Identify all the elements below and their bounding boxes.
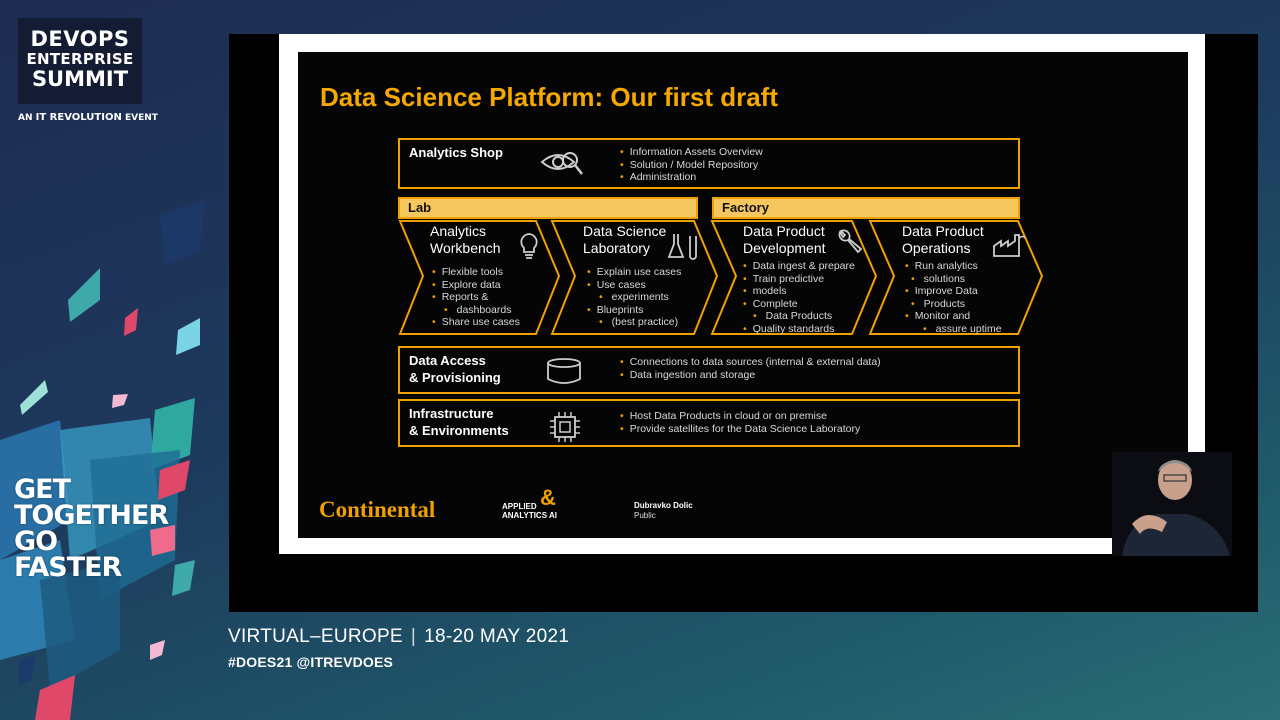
bullet: Flexible tools [432, 266, 520, 279]
presenter-name: Dubravko Dolic [634, 501, 693, 510]
database-icon [547, 358, 581, 384]
factory-band: Factory [712, 197, 1020, 219]
lightbulb-icon [520, 233, 538, 259]
bullet-continuation: (best practice) [587, 316, 681, 329]
logo-line-devops: DEVOPS [30, 27, 130, 51]
chevron-title-analytics-workbench: Analytics Workbench [430, 223, 501, 257]
chevron-bullets-data-product-operations: Run analytics solutions Improve Data Pro… [905, 260, 1002, 335]
logo-line-summit: SUMMIT [31, 67, 129, 91]
chevron-title-line: Workbench [430, 240, 501, 256]
event-hashtags: #DOES21 @ITREVDOES [228, 654, 394, 670]
bullet-continuation: experiments [587, 291, 681, 304]
wrench-icon [838, 229, 862, 254]
bullet-continuation: models [743, 285, 855, 298]
bullet: Solution / Model Repository [620, 159, 763, 172]
eye-icon [540, 152, 583, 175]
event-info: VIRTUAL–EUROPE | 18-20 MAY 2021 [228, 626, 569, 648]
bullet: Explain use cases [587, 266, 682, 279]
continental-logo: Continental [319, 497, 436, 522]
chevron-title-line: Operations [902, 240, 971, 256]
infrastructure-title: Infrastructure & Environments [409, 405, 509, 439]
bullet: Data ingestion and storage [620, 369, 881, 382]
factory-icon [993, 234, 1026, 257]
applied-analytics-logo: APPLIED ANALYTICS AI [502, 502, 557, 520]
bullet: Improve Data [905, 285, 1002, 298]
it-revolution-brand: IT REVOLUTION [35, 112, 122, 123]
applied-line: ANALYTICS AI [502, 511, 557, 520]
lab-band: Lab [398, 197, 698, 219]
separator: | [410, 626, 417, 647]
chevron-title-data-product-operations: Data Product Operations [902, 223, 984, 257]
data-access-bullets: Connections to data sources (internal & … [620, 356, 881, 381]
bullet: Quality standards [743, 323, 855, 336]
bullet: Connections to data sources (internal & … [620, 356, 881, 369]
bullet-continuation: dashboards [432, 304, 520, 317]
bullet-continuation: Products [905, 298, 1002, 311]
box-title-line: & Provisioning [409, 370, 501, 385]
event-name: VIRTUAL–EUROPE [228, 626, 403, 647]
bullet-continuation: solutions [905, 273, 1002, 286]
chevron-title-line: Laboratory [583, 240, 650, 256]
bullet: Share use cases [432, 316, 520, 329]
analytics-shop-title: Analytics Shop [409, 145, 503, 160]
applied-line: APPLIED [502, 502, 537, 511]
bullet: Blueprints [587, 304, 681, 317]
infrastructure-bullets: Host Data Products in cloud or on premis… [620, 410, 861, 436]
bullet: Explore data [432, 279, 520, 292]
chevron-title-line: Data Product [743, 223, 825, 239]
chip-icon [550, 412, 580, 442]
classification-label: Public [634, 511, 656, 520]
bullet: Complete [743, 298, 855, 311]
box-title-line: & Environments [409, 423, 509, 438]
bullet-continuation: Data Products [743, 310, 855, 323]
box-title-line: Data Access [409, 353, 486, 368]
slide-title: Data Science Platform: Our first draft [320, 82, 778, 112]
it-revolution-tagline: AN IT REVOLUTION EVENT [18, 112, 158, 123]
chevron-bullets-data-science-laboratory: Explain use cases Use cases experiments … [587, 266, 682, 329]
speaker-video [1112, 452, 1232, 556]
chevron-title-line: Data Science [583, 223, 667, 239]
flask-icon [668, 234, 697, 260]
data-access-title: Data Access & Provisioning [409, 352, 501, 386]
tagline-suffix: EVENT [124, 113, 158, 123]
bullet: Information Assets Overview [620, 146, 763, 159]
bullet: Reports & [432, 291, 520, 304]
applied-ai-text: AI [548, 511, 557, 520]
bullet: Data ingest & prepare [743, 260, 855, 273]
box-title-line: Infrastructure [409, 406, 494, 421]
chevron-title-line: Analytics [430, 223, 487, 239]
bullet: Train predictive [743, 273, 855, 286]
applied-analytics-text: ANALYTICS [502, 511, 548, 520]
bullet: Use cases [587, 279, 681, 292]
analytics-shop-bullets: Information Assets Overview Solution / M… [620, 146, 763, 184]
logo-line-enterprise: ENTERPRISE [26, 50, 134, 68]
devops-summit-logo: DEVOPS ENTERPRISE SUMMIT [18, 18, 142, 104]
bullet: Monitor and [905, 310, 1002, 323]
decorative-shards [0, 200, 205, 720]
bullet: Host Data Products in cloud or on premis… [620, 410, 860, 423]
slogan: GET TOGETHER GO FASTER [14, 476, 169, 583]
chevron-title-line: Data Product [902, 223, 984, 239]
chevron-title-line: Development [743, 240, 826, 256]
chevron-bullets-data-product-development: Data ingest & prepare Train predictive m… [743, 260, 855, 335]
tagline-prefix: AN [18, 113, 33, 123]
bullet: Provide satellites for the Data Science … [620, 423, 861, 436]
bullet-continuation: assure uptime [905, 323, 1002, 336]
bullet: Administration [620, 171, 763, 184]
event-dates: 18-20 MAY 2021 [424, 626, 570, 647]
slogan-line: FASTER [14, 552, 122, 583]
chevron-title-data-science-laboratory: Data Science Laboratory [583, 223, 666, 257]
chevron-title-data-product-development: Data Product Development [743, 223, 826, 257]
chevron-bullets-analytics-workbench: Flexible tools Explore data Reports & da… [432, 266, 520, 329]
bullet: Run analytics [905, 260, 1002, 273]
